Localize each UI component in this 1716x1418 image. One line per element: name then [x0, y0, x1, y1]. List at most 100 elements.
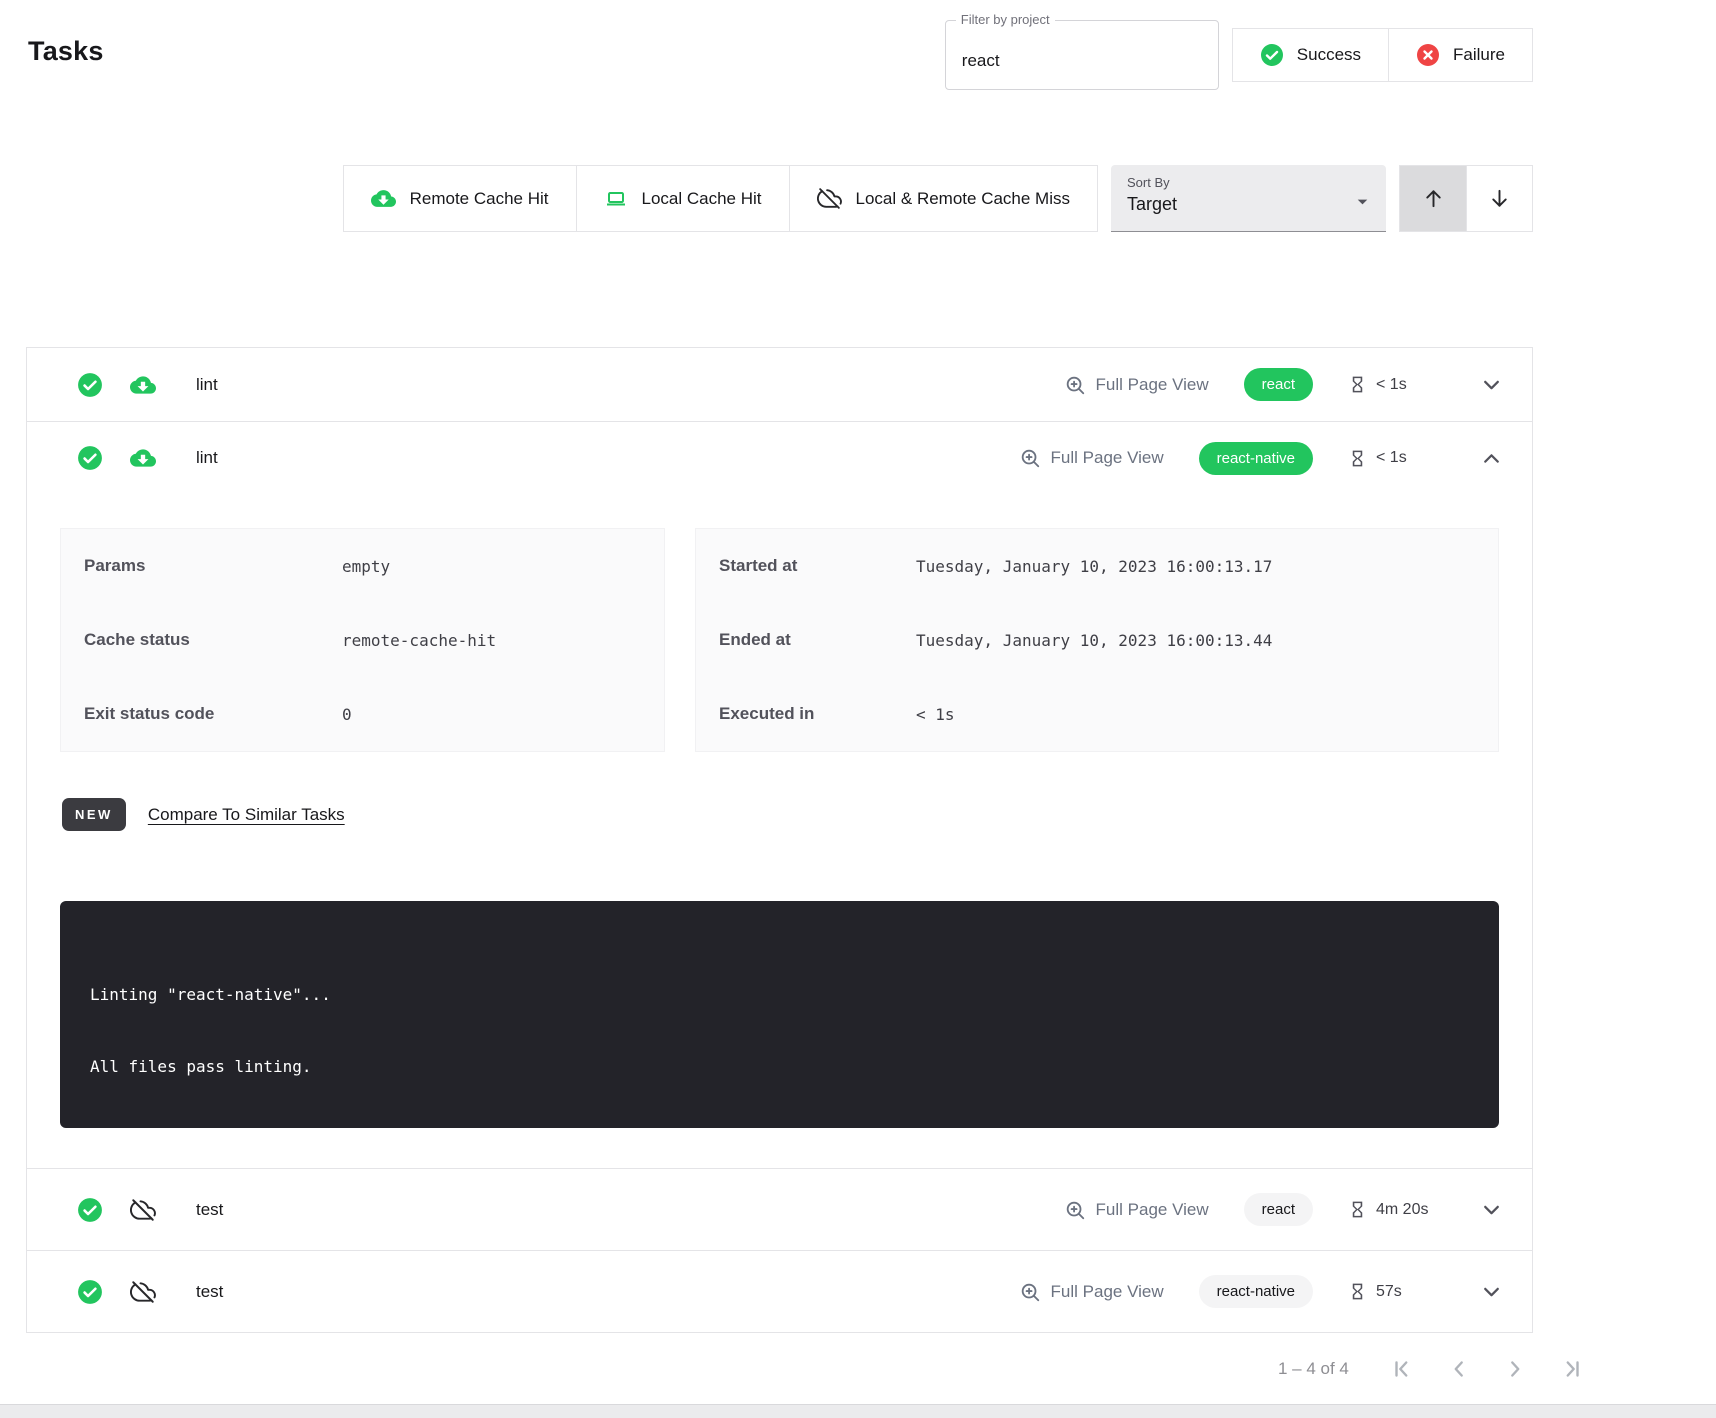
zoom-in-icon — [1019, 447, 1041, 469]
sort-direction-toggle — [1399, 165, 1533, 232]
executed-in-label: Executed in — [719, 704, 916, 724]
cloud-off-icon — [130, 1197, 156, 1223]
task-name: test — [196, 1200, 223, 1220]
chevron-down-icon[interactable] — [1479, 1279, 1504, 1304]
project-badge: react — [1244, 1193, 1313, 1226]
chevron-down-icon[interactable] — [1479, 1197, 1504, 1222]
hourglass-icon — [1348, 375, 1367, 394]
ended-at-value: Tuesday, January 10, 2023 16:00:13.44 — [916, 631, 1272, 650]
cache-status-row: Cache status remote-cache-hit — [61, 603, 664, 677]
task-row-lint-react[interactable]: lint Full Page View react < 1s — [27, 348, 1532, 421]
check-circle-icon — [77, 1279, 103, 1305]
params-label: Params — [84, 556, 342, 576]
window-bottom-strip — [0, 1404, 1716, 1418]
chip-local-remote-cache-miss[interactable]: Local & Remote Cache Miss — [789, 166, 1097, 231]
success-check-icon — [1260, 43, 1284, 67]
task-row-lint-react-native[interactable]: lint Full Page View react-native < 1s — [27, 421, 1532, 494]
params-row: Params empty — [61, 529, 664, 603]
full-page-view-label: Full Page View — [1096, 375, 1209, 395]
arrow-down-icon — [1488, 187, 1511, 210]
cloud-download-icon — [130, 445, 156, 471]
pagination-range: 1 – 4 of 4 — [1278, 1359, 1349, 1379]
cache-filter-toolbar: Remote Cache Hit Local Cache Hit Local &… — [343, 165, 1533, 232]
chip-label: Remote Cache Hit — [410, 189, 549, 209]
project-filter-input[interactable] — [946, 21, 1218, 89]
task-row-test-react[interactable]: test Full Page View react 4m 20s — [27, 1168, 1532, 1250]
zoom-in-icon — [1064, 1199, 1086, 1221]
executed-in-value: < 1s — [916, 705, 955, 724]
zoom-in-icon — [1019, 1281, 1041, 1303]
check-circle-icon — [77, 445, 103, 471]
full-page-view-button[interactable]: Full Page View — [1064, 374, 1209, 396]
new-badge: NEW — [62, 798, 126, 831]
pagination: 1 – 4 of 4 — [1278, 1345, 1599, 1393]
sort-by-value: Target — [1127, 194, 1370, 215]
hourglass-icon — [1348, 1282, 1367, 1301]
ended-at-row: Ended at Tuesday, January 10, 2023 16:00… — [696, 603, 1498, 677]
ended-at-label: Ended at — [719, 630, 916, 650]
chip-remote-cache-hit[interactable]: Remote Cache Hit — [344, 166, 576, 231]
task-details-panel: Params empty Cache status remote-cache-h… — [27, 494, 1532, 1168]
duration-label: < 1s — [1376, 449, 1407, 467]
project-badge: react-native — [1199, 442, 1313, 475]
chip-local-cache-hit[interactable]: Local Cache Hit — [576, 166, 789, 231]
chip-label: Local Cache Hit — [642, 189, 762, 209]
full-page-view-button[interactable]: Full Page View — [1019, 1281, 1164, 1303]
started-at-label: Started at — [719, 556, 916, 576]
success-filter-button[interactable]: Success — [1233, 29, 1388, 81]
chevron-down-icon[interactable] — [1479, 372, 1504, 397]
task-list: lint Full Page View react < 1s — [26, 347, 1533, 1333]
full-page-view-label: Full Page View — [1051, 448, 1164, 468]
started-at-value: Tuesday, January 10, 2023 16:00:13.17 — [916, 557, 1272, 576]
task-duration: 57s — [1348, 1282, 1436, 1301]
started-at-row: Started at Tuesday, January 10, 2023 16:… — [696, 529, 1498, 603]
executed-in-row: Executed in < 1s — [696, 677, 1498, 751]
sort-by-label: Sort By — [1127, 175, 1370, 190]
cloud-download-icon — [371, 186, 396, 211]
cache-status-value: remote-cache-hit — [342, 631, 496, 650]
task-duration: 4m 20s — [1348, 1200, 1436, 1219]
exit-code-row: Exit status code 0 — [61, 677, 664, 751]
task-row-test-react-native[interactable]: test Full Page View react-native 57s — [27, 1250, 1532, 1332]
task-params-panel: Params empty Cache status remote-cache-h… — [60, 528, 665, 752]
hourglass-icon — [1348, 449, 1367, 468]
params-value: empty — [342, 557, 390, 576]
hourglass-icon — [1348, 1200, 1367, 1219]
previous-page-button[interactable] — [1431, 1345, 1487, 1393]
task-name: test — [196, 1282, 223, 1302]
duration-label: < 1s — [1376, 376, 1407, 394]
full-page-view-button[interactable]: Full Page View — [1064, 1199, 1209, 1221]
full-page-view-label: Full Page View — [1051, 1282, 1164, 1302]
exit-code-value: 0 — [342, 705, 352, 724]
task-timing-panel: Started at Tuesday, January 10, 2023 16:… — [695, 528, 1499, 752]
sort-ascending-button[interactable] — [1400, 166, 1466, 231]
first-page-button[interactable] — [1375, 1345, 1431, 1393]
caret-down-icon — [1351, 190, 1374, 213]
sort-descending-button[interactable] — [1466, 166, 1532, 231]
last-page-button[interactable] — [1543, 1345, 1599, 1393]
chip-label: Local & Remote Cache Miss — [856, 189, 1070, 209]
cloud-off-icon — [817, 186, 842, 211]
task-name: lint — [196, 448, 218, 468]
full-page-view-label: Full Page View — [1096, 1200, 1209, 1220]
failure-x-icon — [1416, 43, 1440, 67]
sort-by-select[interactable]: Sort By Target — [1111, 165, 1386, 232]
success-filter-label: Success — [1297, 45, 1361, 65]
project-filter-field: Filter by project — [945, 20, 1219, 90]
top-controls: Filter by project Success Failure — [945, 20, 1533, 90]
check-circle-icon — [77, 1197, 103, 1223]
cloud-off-icon — [130, 1279, 156, 1305]
failure-filter-label: Failure — [1453, 45, 1505, 65]
next-page-button[interactable] — [1487, 1345, 1543, 1393]
project-badge: react-native — [1199, 1275, 1313, 1308]
failure-filter-button[interactable]: Failure — [1388, 29, 1532, 81]
status-filter-group: Success Failure — [1232, 28, 1533, 82]
compare-to-similar-tasks-link[interactable]: Compare To Similar Tasks — [148, 805, 345, 825]
exit-code-label: Exit status code — [84, 704, 342, 724]
task-name: lint — [196, 375, 218, 395]
project-filter-label: Filter by project — [956, 12, 1055, 27]
full-page-view-button[interactable]: Full Page View — [1019, 447, 1164, 469]
compare-row: NEW Compare To Similar Tasks — [62, 798, 1499, 831]
terminal-output: Linting "react-native"... All files pass… — [60, 901, 1499, 1128]
chevron-up-icon[interactable] — [1479, 446, 1504, 471]
